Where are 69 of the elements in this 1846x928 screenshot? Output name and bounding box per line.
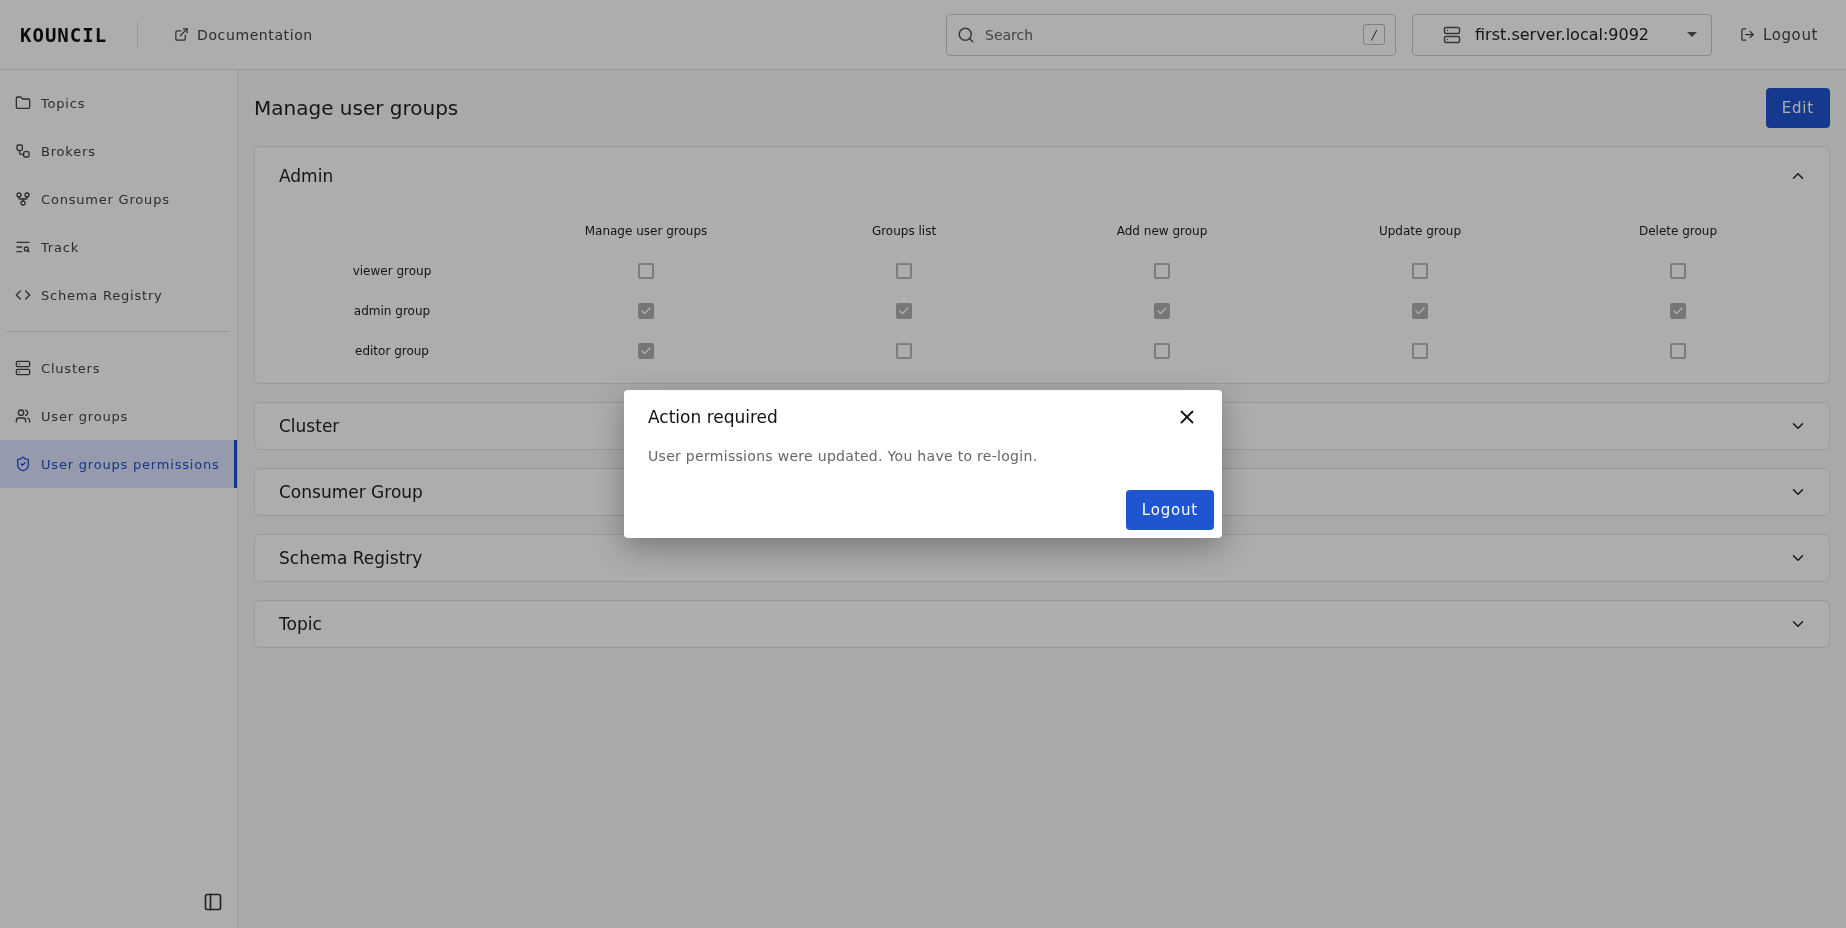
sidebar-item[interactable]: User groups <box>0 392 237 440</box>
panel-title[interactable]: Admin <box>279 166 334 186</box>
shield-check-icon <box>15 456 31 472</box>
panel-title[interactable]: Schema Registry <box>279 548 423 568</box>
check-icon <box>898 305 910 317</box>
checkbox[interactable] <box>1670 263 1686 279</box>
sidebar-toggle-icon <box>203 892 223 912</box>
server-select[interactable]: first.server.local:9092 <box>1412 13 1713 56</box>
column-header: Update group <box>1377 223 1463 240</box>
checkbox[interactable] <box>1154 343 1170 359</box>
app-logo: KOUNCIL <box>20 21 139 48</box>
logout-button[interactable]: Logout <box>1732 19 1826 50</box>
column-header: Groups list <box>870 223 938 240</box>
panel-title[interactable]: Cluster <box>279 416 340 436</box>
dialog-title: Action required <box>648 407 778 427</box>
checkbox[interactable] <box>896 303 912 319</box>
checkbox[interactable] <box>1412 263 1428 279</box>
sidebar-item[interactable]: User groups permissions <box>0 440 237 488</box>
check-icon <box>640 305 652 317</box>
column-header: Delete group <box>1637 223 1719 240</box>
check-icon <box>1156 305 1168 317</box>
check-icon <box>640 345 652 357</box>
column-header: Add new group <box>1115 223 1209 240</box>
check-icon <box>1672 305 1684 317</box>
sidebar-item[interactable]: Topics <box>0 79 237 127</box>
checkbox[interactable] <box>1412 303 1428 319</box>
documentation-link[interactable]: Documentation <box>174 26 313 43</box>
shortcut-key: / <box>1362 24 1386 45</box>
page-title: Manage user groups <box>254 96 459 120</box>
edit-button[interactable]: Edit <box>1765 88 1830 128</box>
folder-icon <box>15 95 31 111</box>
list-search-icon <box>15 239 31 255</box>
panel-title[interactable]: Topic <box>279 614 322 634</box>
sidebar-item[interactable]: Consumer Groups <box>0 175 237 223</box>
network-icon <box>15 143 31 159</box>
external-link-icon <box>174 27 190 42</box>
panel-title[interactable]: Consumer Group <box>279 482 423 502</box>
server-list-icon <box>15 360 31 376</box>
checkbox[interactable] <box>1670 303 1686 319</box>
sidebar-item[interactable]: Track <box>0 223 237 271</box>
checkbox[interactable] <box>896 263 912 279</box>
checkbox[interactable] <box>1154 303 1170 319</box>
search-field[interactable]: Search / <box>946 13 1397 56</box>
search-input[interactable]: Search <box>983 25 1355 44</box>
check-icon <box>1414 305 1426 317</box>
logout-icon <box>1740 27 1756 42</box>
users-icon <box>15 408 31 424</box>
row-label: viewer group <box>351 263 433 280</box>
checkbox[interactable] <box>638 263 654 279</box>
column-header: Manage user groups <box>583 223 709 240</box>
caret-icon <box>1687 32 1698 37</box>
checkbox[interactable] <box>1412 343 1428 359</box>
checkbox[interactable] <box>896 343 912 359</box>
code-icon <box>15 287 31 303</box>
row-label: editor group <box>354 343 430 360</box>
checkbox[interactable] <box>1154 263 1170 279</box>
checkbox[interactable] <box>1670 343 1686 359</box>
checkbox[interactable] <box>638 343 654 359</box>
dialog-message: User permissions were updated. You have to re-login. <box>648 448 1039 464</box>
server-icon <box>1443 25 1462 44</box>
server-name: first.server.local:9092 <box>1475 25 1650 44</box>
row-label: admin group <box>352 303 432 320</box>
fork-icon <box>15 191 31 207</box>
checkbox[interactable] <box>638 303 654 319</box>
search-icon <box>957 25 976 44</box>
sidebar-item[interactable]: Brokers <box>0 127 237 175</box>
logout-button[interactable]: Logout <box>1125 490 1214 530</box>
sidebar-item[interactable]: Schema Registry <box>0 271 237 319</box>
sidebar-item[interactable]: Clusters <box>0 344 237 392</box>
